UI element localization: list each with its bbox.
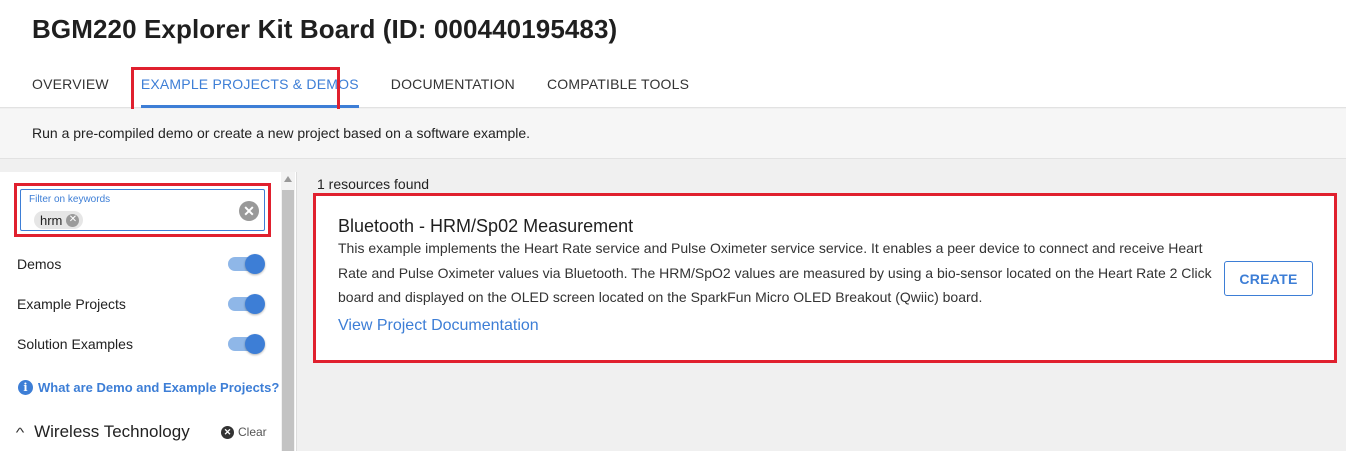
results-count: 1 resources found <box>317 176 430 192</box>
toggle-knob <box>245 294 265 314</box>
clear-button[interactable]: ✕ Clear <box>221 425 267 439</box>
filter-highlight: Filter on keywords hrm ✕ ✕ <box>14 183 271 237</box>
chip-remove-icon[interactable]: ✕ <box>66 213 80 227</box>
view-project-documentation-link[interactable]: View Project Documentation <box>338 317 539 335</box>
demo-info-link[interactable]: i What are Demo and Example Projects? <box>18 380 279 395</box>
toggle-knob <box>245 334 265 354</box>
page-title: BGM220 Explorer Kit Board (ID: 000440195… <box>32 14 618 44</box>
clear-label: Clear <box>238 425 267 439</box>
clear-filter-icon[interactable]: ✕ <box>239 201 259 221</box>
subheader-text: Run a pre-compiled demo or create a new … <box>32 125 531 141</box>
filter-label: Filter on keywords <box>29 194 111 205</box>
scroll-thumb[interactable] <box>282 190 294 451</box>
example-projects-toggle[interactable] <box>228 294 265 314</box>
solution-examples-toggle[interactable] <box>228 334 265 354</box>
tab-documentation[interactable]: DOCUMENTATION <box>391 70 515 108</box>
toggle-row-example-projects: Example Projects <box>17 292 265 316</box>
page-header: BGM220 Explorer Kit Board (ID: 000440195… <box>0 0 1346 108</box>
wireless-technology-section[interactable]: ^ Wireless Technology ✕ Clear <box>16 422 267 442</box>
chevron-up-icon[interactable]: ^ <box>16 425 25 440</box>
card-description: This example implements the Heart Rate s… <box>338 240 1212 305</box>
demos-toggle[interactable] <box>228 254 265 274</box>
sidebar-scrollbar[interactable] <box>281 172 295 451</box>
tab-overview[interactable]: OVERVIEW <box>32 70 109 108</box>
toggle-row-solution-examples: Solution Examples <box>17 332 265 356</box>
subheader-bar: Run a pre-compiled demo or create a new … <box>0 109 1346 159</box>
keyword-chip[interactable]: hrm ✕ <box>34 211 84 229</box>
keyword-filter-input[interactable]: Filter on keywords hrm ✕ ✕ <box>20 189 265 231</box>
info-link-label: What are Demo and Example Projects? <box>38 380 280 395</box>
toggle-label: Demos <box>17 256 62 272</box>
toggle-label: Solution Examples <box>17 336 133 352</box>
keyword-chip-label: hrm <box>40 212 63 228</box>
toggle-knob <box>245 254 265 274</box>
info-icon: i <box>18 380 33 395</box>
tab-bar: OVERVIEW EXAMPLE PROJECTS & DEMOS DOCUME… <box>32 70 721 108</box>
toggle-label: Example Projects <box>17 296 126 312</box>
card-title: Bluetooth - HRM/Sp02 Measurement <box>338 216 634 236</box>
result-card: Bluetooth - HRM/Sp02 Measurement This ex… <box>316 196 1334 360</box>
tab-example-projects-demos[interactable]: EXAMPLE PROJECTS & DEMOS <box>140 70 359 108</box>
toggle-row-demos: Demos <box>17 252 265 276</box>
scroll-up-arrow-icon[interactable] <box>284 176 292 182</box>
tab-compatible-tools[interactable]: COMPATIBLE TOOLS <box>547 70 689 108</box>
create-button[interactable]: CREATE <box>1224 261 1313 296</box>
clear-icon: ✕ <box>221 425 234 439</box>
section-title: Wireless Technology <box>34 422 190 441</box>
